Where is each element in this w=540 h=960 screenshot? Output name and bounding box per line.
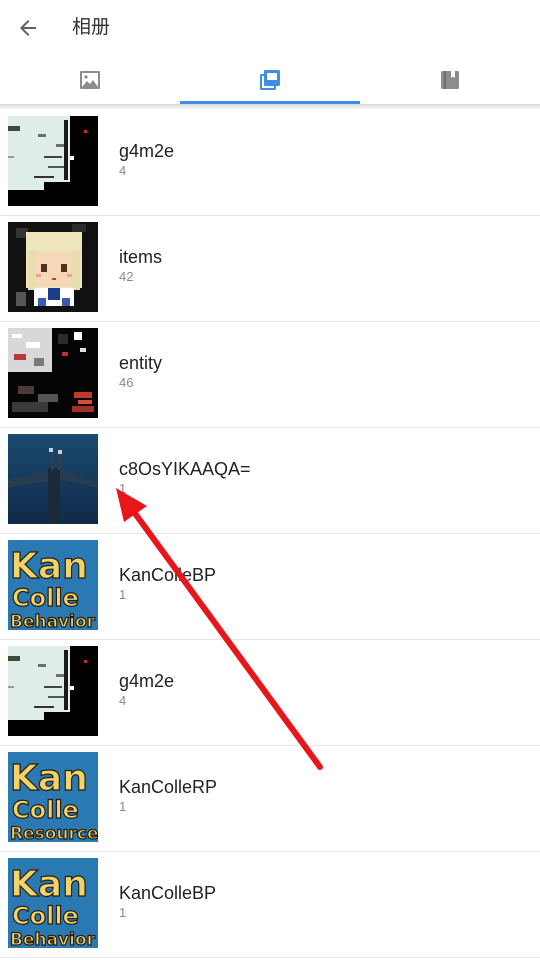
album-name: KanColleRP bbox=[119, 777, 218, 797]
album-list[interactable]: g4m2e 4 items 42 entity 46 c8OsYIKAAQA= … bbox=[0, 110, 540, 958]
album-count: 42 bbox=[119, 269, 134, 284]
album-row[interactable]: Kan Colle Behavior KanColleBP 1 bbox=[0, 852, 540, 958]
logo-line: Behavior bbox=[10, 612, 96, 630]
logo-line: Resource bbox=[10, 824, 98, 842]
album-name: items bbox=[119, 247, 163, 267]
logo-line: Kan bbox=[10, 546, 88, 587]
album-row[interactable]: Kan Colle Behavior KanColleBP 1 bbox=[0, 534, 540, 640]
game-screenshot-thumbnail bbox=[8, 116, 98, 206]
album-thumbnail bbox=[8, 222, 98, 312]
logo-line: Colle bbox=[12, 902, 79, 930]
album-count: 1 bbox=[119, 799, 127, 814]
tab-images[interactable] bbox=[0, 56, 180, 104]
album-name: entity bbox=[119, 353, 163, 373]
album-row[interactable]: g4m2e 4 bbox=[0, 640, 540, 746]
page-title: 相册 bbox=[72, 17, 111, 38]
album-name: KanColleBP bbox=[119, 883, 217, 903]
album-count: 4 bbox=[119, 163, 127, 178]
album-thumbnail: Kan Colle Resource bbox=[8, 752, 98, 842]
album-name: KanColleBP bbox=[119, 565, 217, 585]
album-count: 4 bbox=[119, 693, 127, 708]
logo-line: Colle bbox=[12, 584, 79, 612]
back-button[interactable] bbox=[8, 8, 48, 48]
arrow-back-icon bbox=[20, 20, 36, 36]
album-row[interactable]: c8OsYIKAAQA= 1 bbox=[0, 428, 540, 534]
logo-line: Kan bbox=[10, 864, 88, 905]
logo-line: Colle bbox=[12, 796, 79, 824]
image-icon bbox=[80, 71, 100, 89]
anime-character-thumbnail bbox=[8, 222, 98, 312]
album-thumbnail bbox=[8, 328, 98, 418]
album-count: 46 bbox=[119, 375, 134, 390]
album-count: 1 bbox=[119, 587, 127, 602]
kancolle-behavior-logo-thumbnail: Kan Colle Behavior bbox=[8, 540, 98, 630]
album-thumbnail: Kan Colle Behavior bbox=[8, 858, 98, 948]
tab-albums[interactable] bbox=[180, 56, 360, 104]
game-screenshot-thumbnail bbox=[8, 646, 98, 736]
album-row[interactable]: items 42 bbox=[0, 216, 540, 322]
dark-blue-image-thumbnail bbox=[8, 434, 98, 524]
logo-line: Kan bbox=[10, 758, 88, 799]
app-bar: 相册 bbox=[0, 0, 540, 56]
kancolle-resource-logo-thumbnail: Kan Colle Resource bbox=[8, 752, 98, 842]
album-row[interactable]: entity 46 bbox=[0, 322, 540, 428]
collection-icon bbox=[441, 71, 459, 89]
album-thumbnail bbox=[8, 116, 98, 206]
logo-line: Behavior bbox=[10, 930, 96, 948]
album-name: c8OsYIKAAQA= bbox=[119, 459, 251, 479]
album-name: g4m2e bbox=[119, 141, 175, 161]
album-thumbnail: Kan Colle Behavior bbox=[8, 540, 98, 630]
album-name: g4m2e bbox=[119, 671, 175, 691]
tab-collections[interactable] bbox=[360, 56, 540, 104]
album-row[interactable]: g4m2e 4 bbox=[0, 110, 540, 216]
kancolle-behavior-logo-thumbnail: Kan Colle Behavior bbox=[8, 858, 98, 948]
album-thumbnail bbox=[8, 434, 98, 524]
album-thumbnail bbox=[8, 646, 98, 736]
sprite-sheet-thumbnail bbox=[8, 328, 98, 418]
album-count: 1 bbox=[119, 481, 127, 496]
album-icon bbox=[260, 70, 280, 90]
album-count: 1 bbox=[119, 905, 127, 920]
tab-bar bbox=[0, 56, 540, 104]
album-row[interactable]: Kan Colle Resource KanColleRP 1 bbox=[0, 746, 540, 852]
